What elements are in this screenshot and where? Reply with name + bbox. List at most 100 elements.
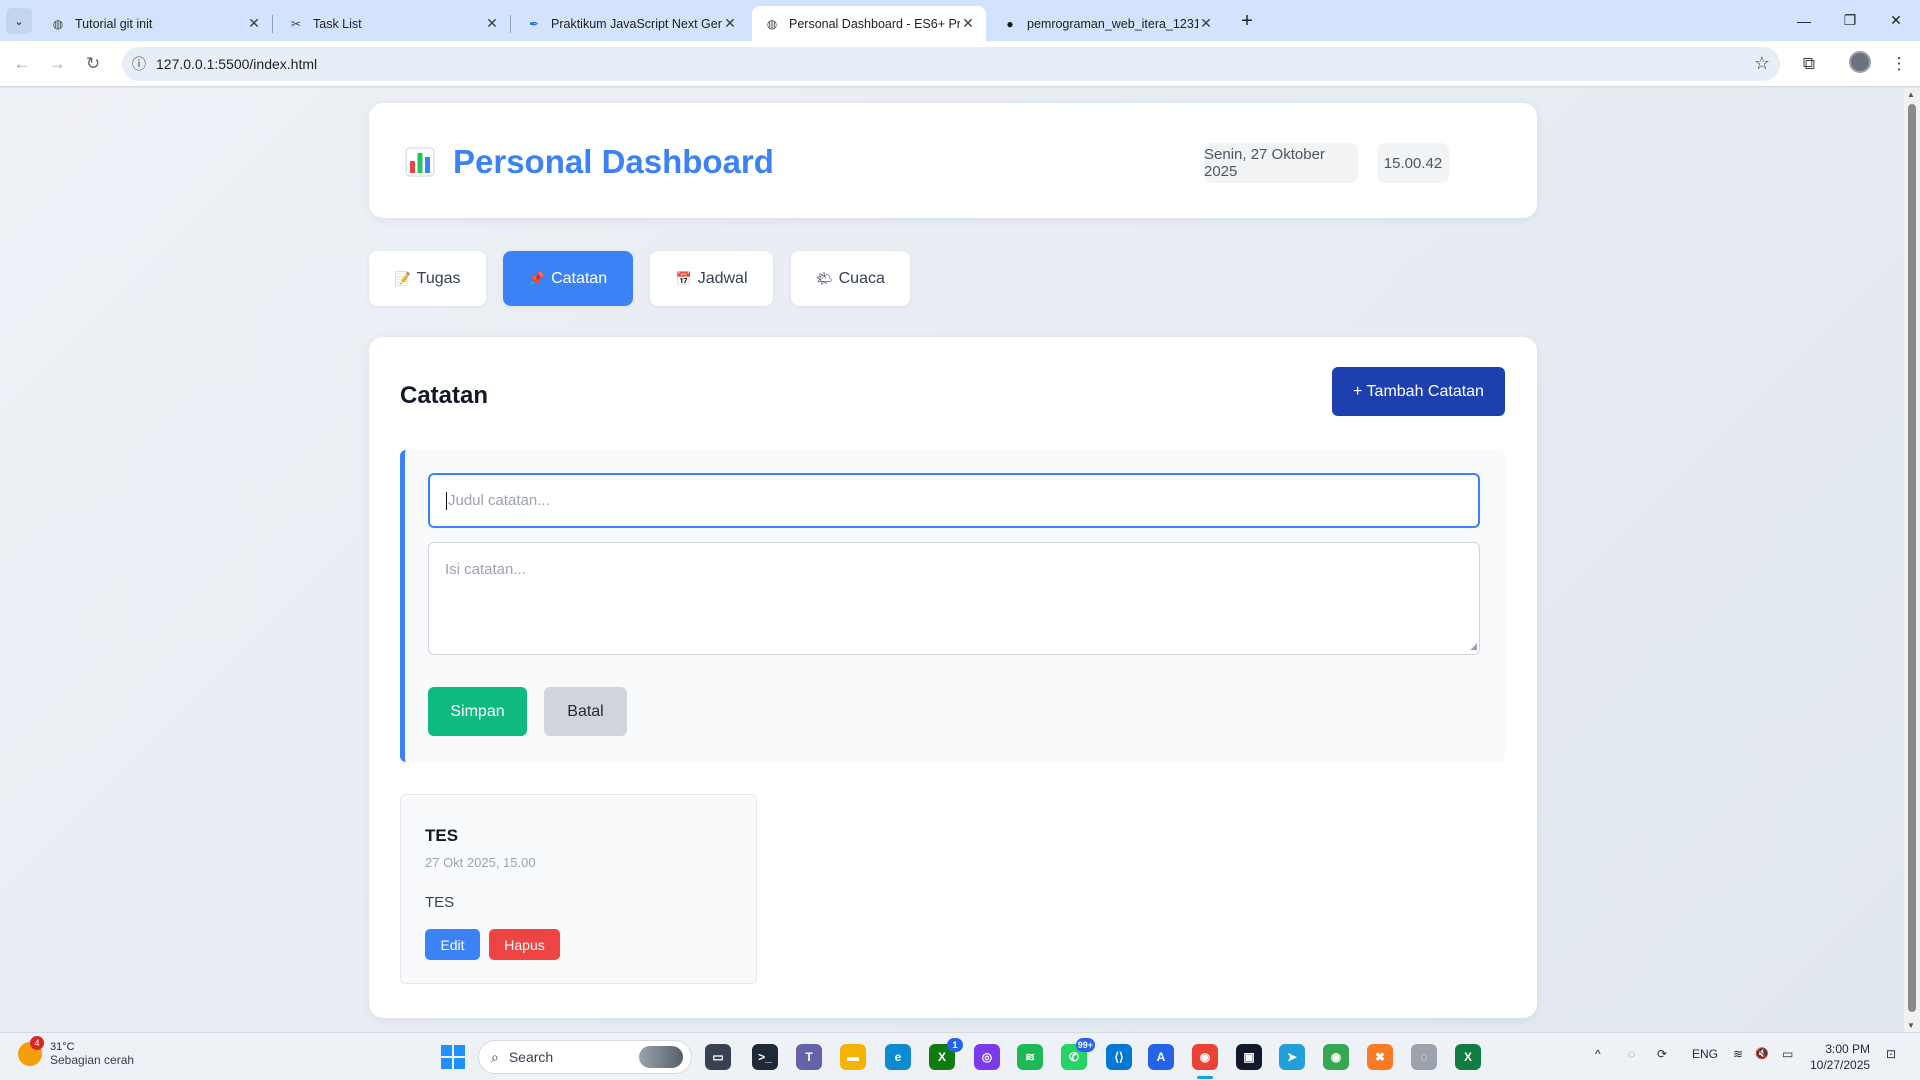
dashboard-header: Personal Dashboard Senin, 27 Oktober 202… xyxy=(369,103,1537,218)
wifi-icon[interactable]: ≋ xyxy=(1733,1047,1743,1061)
note-body-textarea[interactable]: Isi catatan... ◢ xyxy=(428,542,1480,655)
language-indicator[interactable]: ENG xyxy=(1692,1047,1718,1061)
section-title: Catatan xyxy=(400,382,489,409)
tab-separator xyxy=(510,15,511,33)
chrome-profile-icon[interactable]: ◉ xyxy=(1323,1044,1349,1070)
browser-tab-github-repo[interactable]: ● pemrograman_web_itera_1231 ✕ xyxy=(990,6,1224,41)
window-close-button[interactable]: ✕ xyxy=(1873,0,1919,41)
note-card: TES 27 Okt 2025, 15.00 TES Edit Hapus xyxy=(400,794,757,984)
scroll-up-arrow-icon[interactable]: ▲ xyxy=(1907,90,1915,99)
new-tab-button[interactable]: + xyxy=(1234,8,1260,34)
tab-title: Personal Dashboard - ES6+ Pra xyxy=(789,16,960,31)
add-note-button[interactable]: + Tambah Catatan xyxy=(1332,367,1505,416)
profile-avatar[interactable] xyxy=(1849,51,1871,73)
tab-separator xyxy=(272,15,273,33)
tab-label: Tugas xyxy=(416,269,461,287)
browser-tab-personal-dashboard[interactable]: ◍ Personal Dashboard - ES6+ Pra ✕ xyxy=(752,6,986,41)
edit-note-button[interactable]: Edit xyxy=(425,929,480,960)
teams-icon[interactable]: T xyxy=(796,1044,822,1070)
back-button[interactable]: ← xyxy=(8,50,36,78)
delete-note-button[interactable]: Hapus xyxy=(489,929,560,960)
whatsapp-badge: 99+ xyxy=(1075,1038,1095,1052)
xbox-icon[interactable]: X1 xyxy=(929,1038,963,1070)
tab-title: Praktikum JavaScript Next Gen xyxy=(551,16,722,31)
page-scrollbar[interactable]: ▲ ▼ xyxy=(1904,88,1920,1032)
reload-button[interactable]: ↻ xyxy=(79,50,107,78)
note-body: TES xyxy=(425,894,455,911)
windows-logo-tile xyxy=(454,1058,465,1069)
minimize-button[interactable]: — xyxy=(1781,0,1827,41)
vscode-icon[interactable]: ⟨⟩ xyxy=(1106,1044,1132,1070)
extensions-icon[interactable]: ⧉ xyxy=(1795,50,1823,78)
browser-menu-icon[interactable]: ⋮ xyxy=(1885,50,1913,78)
search-icon: ⌕ xyxy=(491,1048,499,1065)
maximize-button[interactable]: ❐ xyxy=(1827,0,1873,41)
site-info-icon[interactable]: ⓘ xyxy=(122,54,156,74)
url-text[interactable]: 127.0.0.1:5500/index.html xyxy=(156,56,317,72)
scroll-down-arrow-icon[interactable]: ▼ xyxy=(1907,1021,1915,1030)
text-caret xyxy=(446,491,447,510)
windows-logo-tile xyxy=(454,1045,465,1056)
telegram-icon[interactable]: ➤ xyxy=(1279,1044,1305,1070)
forward-button[interactable]: → xyxy=(43,50,71,78)
tab-title: Task List xyxy=(313,16,362,31)
volume-muted-icon[interactable]: 🔇 xyxy=(1755,1047,1769,1060)
spotify-icon[interactable]: ≋ xyxy=(1017,1044,1043,1070)
app-a-icon[interactable]: A xyxy=(1148,1044,1174,1070)
close-icon[interactable]: ✕ xyxy=(1198,15,1214,32)
bookmark-star-icon[interactable]: ☆ xyxy=(1754,53,1770,74)
windows-taskbar: 4 31°C Sebagian cerah ⌕ Search ▭ >_ T ▬ e X 1 ◎… xyxy=(0,1032,1920,1080)
close-icon[interactable]: ✕ xyxy=(246,15,262,32)
close-icon[interactable]: ✕ xyxy=(722,15,738,32)
tab-jadwal[interactable]: 📅 Jadwal xyxy=(650,251,773,306)
save-button[interactable]: Simpan xyxy=(428,687,527,736)
terminal-icon[interactable]: >_ xyxy=(752,1044,778,1070)
tab-label: Jadwal xyxy=(697,269,748,287)
notifications-icon[interactable]: ⊡ xyxy=(1886,1047,1896,1061)
edge-icon[interactable]: e xyxy=(885,1044,911,1070)
sync-icon[interactable]: ⟳ xyxy=(1657,1047,1667,1061)
windows-logo-tile xyxy=(441,1058,452,1069)
running-app-indicator xyxy=(1197,1076,1213,1079)
tray-app-icon[interactable]: ◌ xyxy=(1628,1047,1635,1061)
address-bar[interactable]: ⓘ 127.0.0.1:5500/index.html ☆ xyxy=(122,47,1780,81)
pushpin-icon: 📌 xyxy=(528,270,546,286)
tools-icon: ✂ xyxy=(290,16,302,31)
app-ring-icon[interactable]: ◌ xyxy=(1411,1044,1437,1070)
browser-tab-task-list[interactable]: ✂ Task List ✕ xyxy=(276,6,511,41)
clock-display: 15.00.42 xyxy=(1377,143,1449,183)
tab-title: Tutorial git init xyxy=(75,16,153,31)
app-dark-icon[interactable]: ▣ xyxy=(1236,1044,1262,1070)
battery-icon[interactable]: ▭ xyxy=(1782,1047,1793,1061)
clock-time: 3:00 PM xyxy=(1825,1042,1871,1056)
xbox-badge: 1 xyxy=(947,1038,963,1052)
note-title-input[interactable]: Judul catatan... xyxy=(428,473,1480,528)
xampp-icon[interactable]: ✖ xyxy=(1367,1044,1393,1070)
tab-catatan[interactable]: 📌 Catatan xyxy=(503,251,633,306)
tab-search-button[interactable]: ⌄ xyxy=(6,8,32,34)
system-clock[interactable]: 3:00 PM 10/27/2025 xyxy=(1810,1041,1870,1073)
globe-icon: ◍ xyxy=(52,16,64,31)
close-icon[interactable]: ✕ xyxy=(960,15,976,32)
file-explorer-icon[interactable]: ▬ xyxy=(840,1044,866,1070)
tab-tugas[interactable]: 📝 Tugas xyxy=(369,251,486,306)
excel-icon[interactable]: X xyxy=(1455,1044,1481,1070)
start-button[interactable] xyxy=(441,1045,465,1069)
whatsapp-icon[interactable]: ✆ 99+ xyxy=(1061,1038,1095,1070)
browser-tab-praktikum-javascript[interactable]: ✒ Praktikum JavaScript Next Gen ✕ xyxy=(514,6,748,41)
task-view-icon[interactable]: ▭ xyxy=(705,1044,731,1070)
chrome-icon[interactable]: ◉ xyxy=(1192,1044,1218,1070)
tray-overflow-chevron-icon[interactable]: ^ xyxy=(1595,1047,1601,1061)
cancel-button[interactable]: Batal xyxy=(544,687,627,736)
tab-cuaca[interactable]: 🌤 Cuaca xyxy=(791,251,910,306)
note-form: Judul catatan... Isi catatan... ◢ Simpan… xyxy=(400,450,1505,762)
note-title-placeholder: Judul catatan... xyxy=(448,492,550,509)
scroll-thumb[interactable] xyxy=(1908,104,1916,1012)
app-purple-icon[interactable]: ◎ xyxy=(974,1044,1000,1070)
browser-tab-tutorial-git-init[interactable]: ◍ Tutorial git init ✕ xyxy=(38,6,273,41)
resize-handle-icon[interactable]: ◢ xyxy=(1470,641,1477,652)
note-date: 27 Okt 2025, 15.00 xyxy=(425,855,536,870)
weather-widget[interactable]: 4 31°C Sebagian cerah xyxy=(18,1036,134,1067)
taskbar-search[interactable]: ⌕ Search xyxy=(478,1040,692,1074)
close-icon[interactable]: ✕ xyxy=(484,15,500,32)
